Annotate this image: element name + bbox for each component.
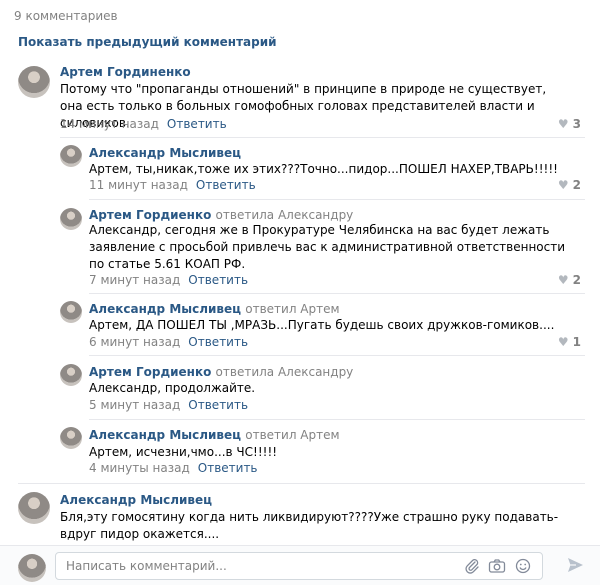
like-button[interactable]: ♥ 2 (558, 273, 581, 287)
divider (18, 483, 585, 484)
like-button[interactable]: ♥ 3 (558, 117, 581, 131)
heart-icon: ♥ (557, 273, 569, 287)
comment-author[interactable]: Александр Мысливец (89, 146, 241, 160)
comment-text: Артем, ты,никак,тоже их этих???Точно...п… (89, 162, 558, 176)
avatar[interactable] (60, 301, 82, 323)
comment-text: Артем, исчезни,чмо...в ЧС!!!!! (89, 445, 278, 459)
heart-icon: ♥ (557, 178, 569, 192)
divider (89, 199, 585, 200)
comment-meta: 5 минут назад Ответить (89, 398, 248, 412)
like-count: 3 (572, 117, 581, 131)
reply-to-label: ответил Артем (245, 302, 340, 316)
heart-icon: ♥ (557, 117, 569, 131)
author-name[interactable]: Артем Гордиенко (89, 365, 211, 379)
divider (89, 355, 585, 356)
author-name[interactable]: Александр Мысливец (89, 302, 241, 316)
comment-text: Бля,эту гомосятину когда нить ликвидирую… (60, 510, 559, 541)
show-previous-comment-link[interactable]: Показать предыдущий комментарий (18, 35, 277, 49)
comment-meta: 11 минут назад Ответить (89, 178, 256, 192)
reply-button[interactable]: Ответить (188, 398, 248, 412)
comment-time[interactable]: 4 минуты назад (89, 461, 190, 475)
author-name[interactable]: Артем Гордиенко (89, 208, 211, 222)
comment-time[interactable]: 11 минут назад (89, 178, 188, 192)
comment-time[interactable]: 7 минут назад (89, 273, 180, 287)
comment-time[interactable]: 14 минут назад (60, 117, 159, 131)
reply-button[interactable]: Ответить (188, 335, 248, 349)
comment-meta: 14 минут назад Ответить (60, 117, 227, 131)
comment-author[interactable]: Артем Гординенко (60, 65, 191, 79)
reply-to-label: ответила Александру (215, 208, 354, 222)
comment-text: Александр, сегодня же в Прокуратуре Челя… (89, 223, 566, 271)
comment-author[interactable]: Артем Гордиенко ответила Александру (89, 208, 353, 222)
comment-author[interactable]: Александр Мысливец ответил Артем (89, 428, 340, 442)
smile-icon[interactable] (514, 558, 532, 576)
like-count: 2 (572, 273, 581, 287)
reply-button[interactable]: Ответить (188, 273, 248, 287)
reply-to-label: ответил Артем (245, 428, 340, 442)
comment-time[interactable]: 6 минут назад (89, 335, 180, 349)
author-name[interactable]: Александр Мысливец (89, 428, 241, 442)
reply-button[interactable]: Ответить (198, 461, 258, 475)
like-count: 1 (572, 335, 581, 349)
comment-text: Артем, ДА ПОШЕЛ ТЫ ,МРАЗЬ...Пугать будеш… (89, 318, 555, 332)
avatar[interactable] (18, 66, 50, 98)
comment-composer: Написать комментарий... (0, 545, 600, 585)
reply-button[interactable]: Ответить (196, 178, 256, 192)
comment-author[interactable]: Артем Гордиенко ответила Александру (89, 365, 353, 379)
comment-meta: 7 минут назад Ответить (89, 273, 248, 287)
avatar[interactable] (60, 145, 82, 167)
like-count: 2 (572, 178, 581, 192)
my-avatar (18, 554, 46, 582)
comment-meta: 4 минуты назад Ответить (89, 461, 258, 475)
avatar[interactable] (18, 492, 50, 524)
paperclip-icon[interactable] (463, 558, 481, 576)
comment-time[interactable]: 5 минут назад (89, 398, 180, 412)
comment-author[interactable]: Александр Мысливец (60, 493, 212, 507)
avatar[interactable] (60, 208, 82, 230)
avatar[interactable] (60, 364, 82, 386)
camera-icon[interactable] (488, 558, 506, 576)
send-icon[interactable] (566, 556, 584, 576)
comment-meta: 6 минут назад Ответить (89, 335, 248, 349)
comments-count: 9 комментариев (14, 9, 118, 23)
comment-text: Александр, продолжайте. (89, 381, 256, 395)
like-button[interactable]: ♥ 1 (558, 335, 581, 349)
divider (89, 293, 585, 294)
comment-author[interactable]: Александр Мысливец ответил Артем (89, 302, 340, 316)
divider (89, 419, 585, 420)
like-button[interactable]: ♥ 2 (558, 178, 581, 192)
heart-icon: ♥ (557, 335, 569, 349)
avatar[interactable] (60, 427, 82, 449)
divider (60, 137, 585, 138)
reply-button[interactable]: Ответить (167, 117, 227, 131)
reply-to-label: ответила Александру (215, 365, 354, 379)
